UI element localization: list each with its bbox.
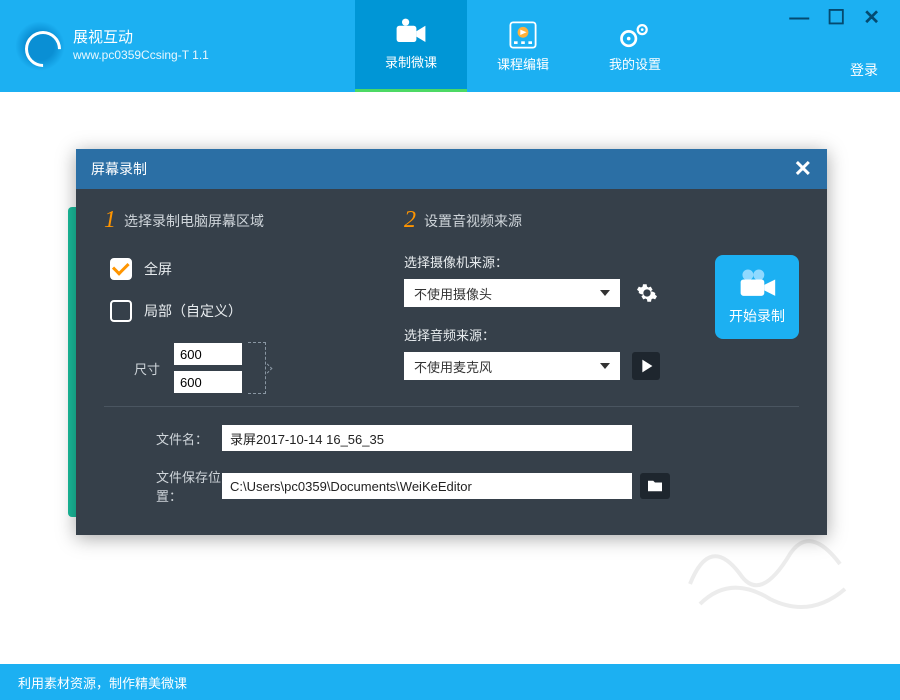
partial-option[interactable]: 局部（自定义） xyxy=(104,300,404,322)
divider xyxy=(104,406,799,407)
logo-icon xyxy=(15,21,65,71)
audio-test-button[interactable] xyxy=(632,352,660,380)
screen-record-dialog: 屏幕录制 ✕ 1 选择录制电脑屏幕区域 2 设置音视频来源 全屏 xyxy=(76,149,827,535)
step-1: 1 选择录制电脑屏幕区域 xyxy=(104,207,404,234)
size-row: 尺寸 xyxy=(104,342,404,394)
step-number: 1 xyxy=(104,207,116,234)
camera-settings-button[interactable] xyxy=(632,279,662,307)
folder-icon xyxy=(646,479,664,493)
camcorder-icon xyxy=(737,268,777,300)
dialog-title: 屏幕录制 xyxy=(91,159,147,179)
minimize-button[interactable]: — xyxy=(789,8,809,28)
audio-dropdown[interactable]: 不使用麦克风 xyxy=(404,352,620,380)
close-icon[interactable]: ✕ xyxy=(794,156,812,182)
nav-label: 录制微课 xyxy=(385,52,437,71)
size-inputs xyxy=(174,343,242,393)
maximize-button[interactable]: ☐ xyxy=(827,8,845,28)
camera-dropdown[interactable]: 不使用摄像头 xyxy=(404,279,620,307)
app-subtitle: www.pc0359Ccsing-T 1.1 xyxy=(73,48,209,64)
width-input[interactable] xyxy=(174,343,242,365)
dialog-body: 1 选择录制电脑屏幕区域 2 设置音视频来源 全屏 局部（自定义） xyxy=(76,189,827,505)
close-button[interactable]: ✕ xyxy=(863,8,880,28)
filepath-label: 文件保存位置： xyxy=(104,467,222,505)
logo-area: 展视互动 www.pc0359Ccsing-T 1.1 xyxy=(0,21,355,71)
play-icon xyxy=(635,355,657,377)
height-input[interactable] xyxy=(174,371,242,393)
window-controls: — ☐ ✕ xyxy=(789,8,880,28)
checkbox-checked-icon[interactable] xyxy=(110,258,132,280)
nav-label: 课程编辑 xyxy=(497,54,549,73)
checkbox-label: 局部（自定义） xyxy=(144,301,242,321)
side-accent xyxy=(68,207,76,517)
fullscreen-option[interactable]: 全屏 xyxy=(104,258,404,280)
film-icon xyxy=(505,20,541,50)
gear-icon xyxy=(636,282,658,304)
checkbox-icon[interactable] xyxy=(110,300,132,322)
record-button-label: 开始录制 xyxy=(729,306,785,326)
gears-icon xyxy=(617,20,653,50)
filename-row: 文件名： xyxy=(104,425,799,451)
link-bracket-icon xyxy=(248,342,266,394)
start-record-button[interactable]: 开始录制 xyxy=(715,255,799,339)
filepath-row: 文件保存位置： xyxy=(104,467,799,505)
main-nav: 录制微课 课程编辑 我的设置 xyxy=(355,0,691,92)
step-number: 2 xyxy=(404,207,416,234)
app-name: 展视互动 xyxy=(73,28,209,48)
app-header: 展视互动 www.pc0359Ccsing-T 1.1 录制微课 课程编辑 我的… xyxy=(0,0,900,92)
region-column: 全屏 局部（自定义） 尺寸 xyxy=(104,252,404,398)
step-row: 1 选择录制电脑屏幕区域 2 设置音视频来源 xyxy=(104,207,799,234)
footer-text: 利用素材资源，制作精美微课 xyxy=(18,673,187,692)
checkbox-label: 全屏 xyxy=(144,259,172,279)
chevron-down-icon xyxy=(600,363,610,369)
nav-label: 我的设置 xyxy=(609,54,661,73)
filename-label: 文件名： xyxy=(104,429,222,448)
chevron-down-icon xyxy=(600,290,610,296)
audio-row: 不使用麦克风 xyxy=(404,352,799,380)
browse-folder-button[interactable] xyxy=(640,473,670,499)
size-label: 尺寸 xyxy=(134,359,160,378)
step-2: 2 设置音视频来源 xyxy=(404,207,522,234)
dropdown-value: 不使用摄像头 xyxy=(414,284,492,303)
nav-record[interactable]: 录制微课 xyxy=(355,0,467,92)
filepath-input[interactable] xyxy=(222,473,632,499)
dropdown-value: 不使用麦克风 xyxy=(414,357,492,376)
body-area: 屏幕录制 ✕ 1 选择录制电脑屏幕区域 2 设置音视频来源 全屏 xyxy=(0,92,900,664)
step-label: 选择录制电脑屏幕区域 xyxy=(124,211,264,231)
nav-settings[interactable]: 我的设置 xyxy=(579,0,691,92)
nav-edit[interactable]: 课程编辑 xyxy=(467,0,579,92)
dialog-titlebar: 屏幕录制 ✕ xyxy=(76,149,827,189)
camera-icon xyxy=(393,18,429,48)
step-label: 设置音视频来源 xyxy=(424,211,522,231)
login-button[interactable]: 登录 xyxy=(850,60,878,80)
content-row: 全屏 局部（自定义） 尺寸 xyxy=(104,252,799,398)
logo-text: 展视互动 www.pc0359Ccsing-T 1.1 xyxy=(73,28,209,63)
status-bar: 利用素材资源，制作精美微课 xyxy=(0,664,900,700)
filename-input[interactable] xyxy=(222,425,632,451)
